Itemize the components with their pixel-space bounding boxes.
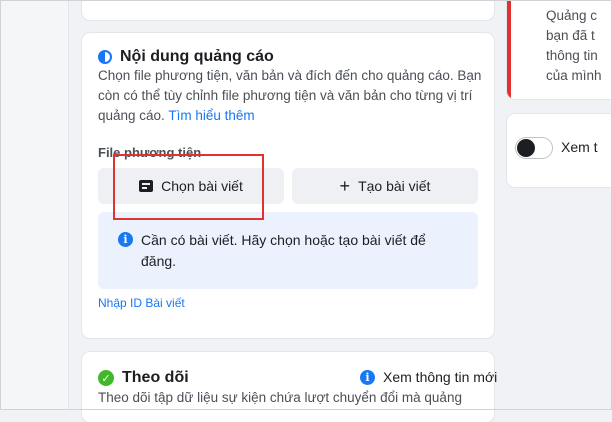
check-icon: ✓ — [98, 370, 114, 386]
post-required-info: i Cần có bài viết. Hãy chọn hoặc tạo bài… — [98, 212, 478, 289]
tracking-card: ✓ Theo dõi i Xem thông tin mới Theo dõi … — [82, 352, 497, 422]
previous-section-card — [82, 0, 494, 20]
tracking-header: ✓ Theo dõi — [98, 369, 189, 387]
view-info-link[interactable]: i Xem thông tin mới — [360, 369, 497, 385]
ad-content-title: Nội dung quảng cáo — [120, 48, 274, 65]
warning-bar — [507, 0, 511, 99]
view-info-label: Xem thông tin mới — [383, 369, 498, 385]
right-text-line: của mình — [546, 68, 602, 83]
choose-post-highlight — [113, 154, 264, 220]
ad-content-header: Nội dung quảng cáo — [98, 48, 274, 66]
toggle-knob — [517, 139, 535, 157]
right-warning-text: Quảng c bạn đã t thông tin của mình — [546, 6, 602, 86]
create-post-button[interactable]: + Tạo bài viết — [292, 168, 478, 204]
right-text-line: bạn đã t — [546, 28, 595, 43]
import-post-id-link[interactable]: Nhập ID Bài viết — [98, 296, 185, 310]
tracking-title: Theo dõi — [122, 369, 189, 386]
info-icon: i — [118, 232, 133, 247]
left-strip — [0, 0, 69, 410]
info-icon: i — [360, 369, 375, 385]
learn-more-link[interactable]: Tìm hiểu thêm — [168, 108, 254, 123]
right-toggle-card: Xem t — [507, 114, 612, 187]
ad-content-description: Chọn file phương tiện, văn bản và đích đ… — [98, 66, 483, 126]
plus-icon: + — [339, 176, 351, 196]
create-post-label: Tạo bài viết — [358, 178, 431, 194]
preview-toggle[interactable] — [515, 137, 553, 159]
tracking-description: Theo dõi tập dữ liệu sự kiện chứa lượt c… — [98, 390, 462, 405]
half-circle-icon — [98, 50, 112, 64]
right-text-line: Quảng c — [546, 8, 598, 23]
right-warning-card: Quảng c bạn đã t thông tin của mình — [507, 0, 612, 99]
ad-content-description-text: Chọn file phương tiện, văn bản và đích đ… — [98, 68, 482, 123]
right-text-line: thông tin — [546, 48, 598, 63]
toggle-label: Xem t — [561, 139, 598, 155]
info-message: Cần có bài viết. Hãy chọn hoặc tạo bài v… — [141, 232, 426, 269]
